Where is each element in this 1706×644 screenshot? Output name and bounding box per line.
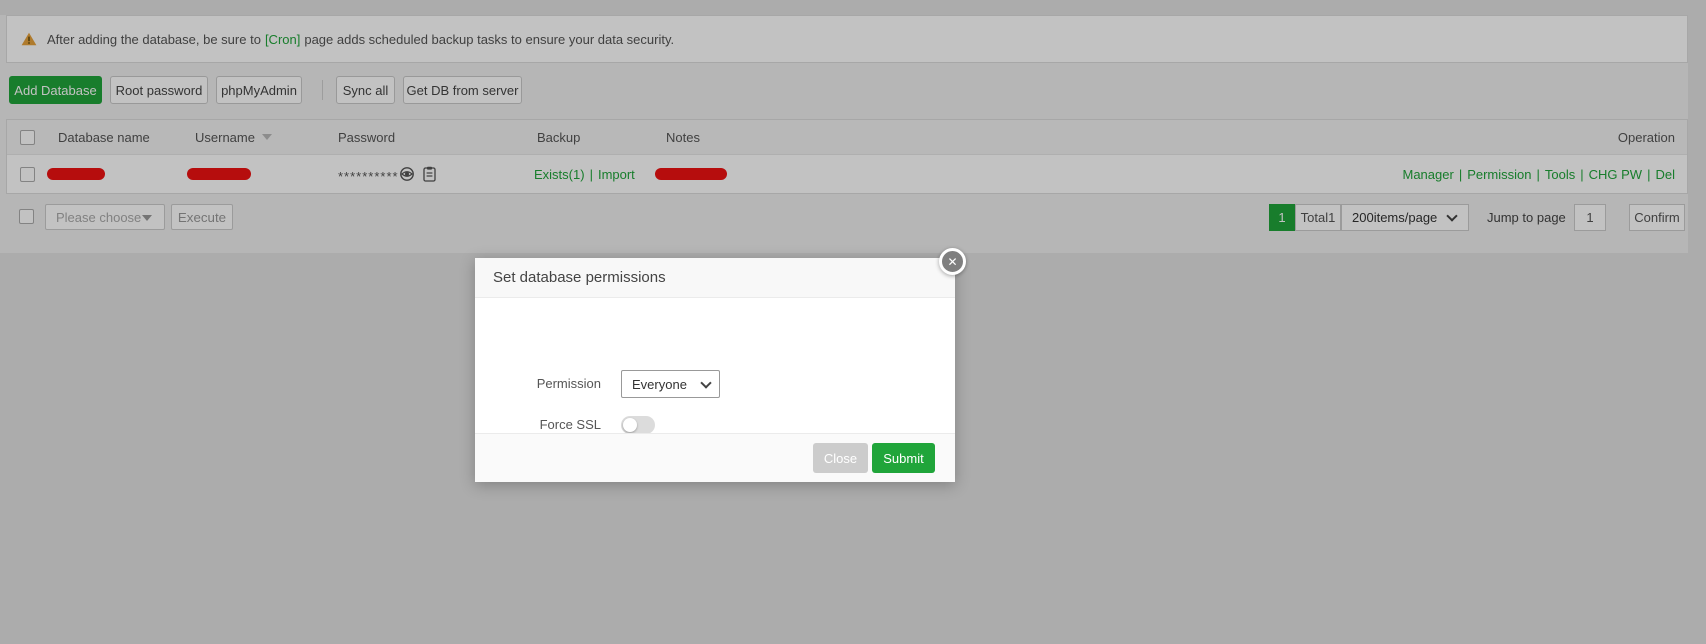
modal-close-button-footer[interactable]: Close (813, 443, 868, 473)
force-ssl-label: Force SSL (539, 417, 601, 432)
modal-title: Set database permissions (493, 269, 666, 286)
permission-select-value: Everyone (632, 376, 687, 392)
force-ssl-toggle[interactable] (621, 416, 655, 434)
modal-body: Permission Everyone Force SSL (475, 298, 955, 434)
permission-select[interactable]: Everyone (621, 370, 720, 398)
toggle-knob (623, 418, 637, 432)
modal-close-button[interactable]: ✕ (939, 248, 966, 275)
chevron-down-icon (700, 377, 712, 389)
modal-footer: Close Submit (475, 433, 955, 482)
permission-label: Permission (536, 376, 601, 391)
close-icon: ✕ (947, 254, 958, 269)
modal-header: Set database permissions (475, 258, 955, 298)
set-database-permissions-modal: ✕ Set database permissions Permission Ev… (475, 248, 966, 482)
modal-submit-button[interactable]: Submit (872, 443, 935, 473)
